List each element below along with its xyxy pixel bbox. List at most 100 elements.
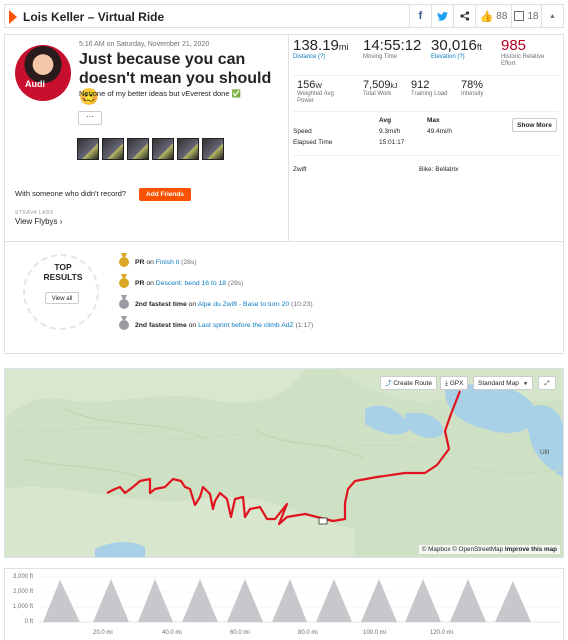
stat-elevation: 30,016ft Elevation (?) — [431, 37, 482, 61]
share-icon — [459, 11, 469, 21]
fullscreen-button[interactable]: ⤢ — [538, 376, 556, 390]
segment-link[interactable]: Descent: bend 16 to 18 — [156, 280, 226, 287]
stat-total-work: 7,509kJ Total Work — [363, 79, 398, 98]
x-axis-tick: 40.0 mi — [162, 630, 182, 636]
twitter-share-button[interactable] — [431, 5, 453, 27]
segment-link[interactable]: Alpe du Zwift - Base to turn 20 — [198, 301, 289, 308]
caret-down-icon: ▼ — [523, 381, 528, 387]
photo-thumbnail[interactable] — [177, 138, 199, 160]
facebook-share-button[interactable]: f — [409, 5, 431, 27]
comments-button[interactable]: 18 — [511, 5, 541, 27]
silver-medal-icon — [119, 299, 129, 309]
intensity-label: Intensity — [461, 91, 484, 97]
view-flybys-link[interactable]: View Flybys › — [15, 217, 62, 226]
avg-column-header: Avg — [379, 117, 392, 124]
achievement-prefix: on — [144, 258, 156, 266]
activity-summary-card: Audi 5:16 AM on Saturday, November 21, 2… — [4, 34, 564, 354]
activity-header-bar: Lois Keller – Virtual Ride f 👍 88 18 ▲ — [4, 4, 564, 28]
distance-value: 138.19 — [293, 37, 339, 54]
finish-flag-icon — [318, 517, 328, 525]
y-axis-tick: 1,000 ft — [12, 604, 33, 610]
show-more-button[interactable]: Show More — [512, 118, 557, 132]
comment-icon — [514, 11, 525, 21]
elevation-chart — [39, 576, 561, 623]
achievement-row: PR on Finish it (28s) — [119, 257, 197, 267]
segment-link[interactable]: Last sprint before the climb AdZ — [198, 322, 294, 329]
map-style-select[interactable]: Standard Map ▼ — [473, 376, 533, 390]
section-divider — [5, 241, 563, 242]
photo-thumbnail[interactable] — [77, 138, 99, 160]
create-route-label: Create Route — [393, 380, 432, 387]
top-results-title-line1: TOP — [54, 262, 72, 272]
map-attribution: © Mapbox © OpenStreetMap Improve this ma… — [418, 545, 560, 554]
expand-icon: ⤢ — [544, 380, 550, 387]
activity-name: Just because you can doesn't mean you sh… — [79, 51, 272, 106]
stat-relative-effort[interactable]: 985 Historic Relative Effort — [501, 37, 557, 68]
map-canvas — [5, 369, 563, 557]
bike-name[interactable]: Bike: Bellatrix — [419, 166, 458, 173]
caret-up-icon: ▲ — [549, 12, 556, 20]
activity-map[interactable]: Ulll ⤴ Create Route ⤓ GPX Standard Map ▼ … — [4, 368, 564, 558]
elevation-area — [43, 579, 539, 622]
photo-thumbnail[interactable] — [152, 138, 174, 160]
elevation-value: 30,016 — [431, 37, 477, 54]
elevation-label[interactable]: Elevation (?) — [431, 54, 482, 61]
comments-count: 18 — [527, 10, 539, 22]
add-friends-button[interactable]: Add Friends — [139, 188, 191, 201]
achievement-row: 2nd fastest time on Alpe du Zwift - Base… — [119, 299, 313, 309]
achievement-time: (28s) — [179, 258, 197, 266]
actions-dropdown-button[interactable]: ▲ — [541, 5, 563, 27]
export-gpx-button[interactable]: ⤓ GPX — [440, 376, 469, 390]
training-load-label: Training Load — [411, 91, 448, 97]
elevation-unit: ft — [476, 42, 482, 52]
kudos-button[interactable]: 👍 88 — [475, 5, 511, 27]
improve-map-link[interactable]: Improve this map — [505, 546, 557, 553]
speed-label: Speed — [293, 128, 312, 135]
achievement-rank: 2nd fastest time — [135, 300, 187, 308]
work-label: Total Work — [363, 91, 392, 97]
achievement-rank: 2nd fastest time — [135, 321, 187, 329]
photo-thumbnail[interactable] — [202, 138, 224, 160]
achievement-row: PR on Descent: bend 16 to 18 (29s) — [119, 278, 243, 288]
elevation-profile[interactable]: 3,000 ft 2,000 ft 1,000 ft 0 ft 20.0 mi … — [4, 568, 564, 640]
map-attribution-text: © Mapbox © OpenStreetMap — [421, 546, 505, 553]
distance-label[interactable]: Distance (?) — [293, 54, 348, 61]
kudos-count: 88 — [496, 10, 508, 22]
stat-distance: 138.19mi Distance (?) — [293, 37, 348, 61]
top-results-title-line2: RESULTS — [43, 272, 83, 282]
max-column-header: Max — [427, 117, 440, 124]
photo-thumbnail[interactable] — [102, 138, 124, 160]
share-button[interactable] — [453, 5, 475, 27]
relative-effort-label: Historic Relative Effort — [501, 54, 545, 67]
silver-medal-icon — [119, 320, 129, 330]
gold-medal-icon — [119, 257, 129, 267]
more-actions-button[interactable]: ··· — [78, 111, 102, 125]
gold-medal-icon — [119, 278, 129, 288]
page-title: Lois Keller – Virtual Ride — [23, 10, 165, 24]
work-value: 7,509 — [363, 79, 391, 91]
power-value: 156 — [297, 79, 316, 91]
moving-time-value: 14:55:12 — [363, 37, 422, 54]
training-load-value: 912 — [411, 79, 430, 91]
header-actions: f 👍 88 18 ▲ — [409, 5, 563, 27]
with-someone-prompt: With someone who didn't record? — [15, 189, 127, 198]
map-place-label: Ulll — [540, 449, 550, 456]
photo-thumbnail[interactable] — [127, 138, 149, 160]
view-all-results-button[interactable]: View all — [45, 292, 79, 304]
x-axis-tick: 100.0 mi — [363, 630, 387, 636]
create-route-button[interactable]: ⤴ Create Route — [380, 376, 437, 390]
distance-unit: mi — [338, 42, 349, 52]
intensity-value: 78% — [461, 79, 484, 91]
stat-moving-time: 14:55:12 Moving Time — [363, 37, 421, 61]
avatar[interactable] — [15, 45, 71, 101]
achievement-time: (29s) — [226, 279, 244, 287]
strava-labs-label: STRAVA LABS — [15, 210, 54, 216]
achievement-time: (10:23) — [289, 300, 313, 308]
avatar-jersey-logo: Audi — [25, 79, 45, 89]
elapsed-time-value: 15:01:17 — [379, 139, 405, 146]
strava-chevron-icon — [9, 10, 17, 24]
achievement-time: (1:17) — [293, 321, 314, 329]
segment-link[interactable]: Finish it — [156, 259, 179, 266]
twitter-icon — [437, 11, 448, 21]
achievement-prefix: on — [186, 300, 198, 308]
